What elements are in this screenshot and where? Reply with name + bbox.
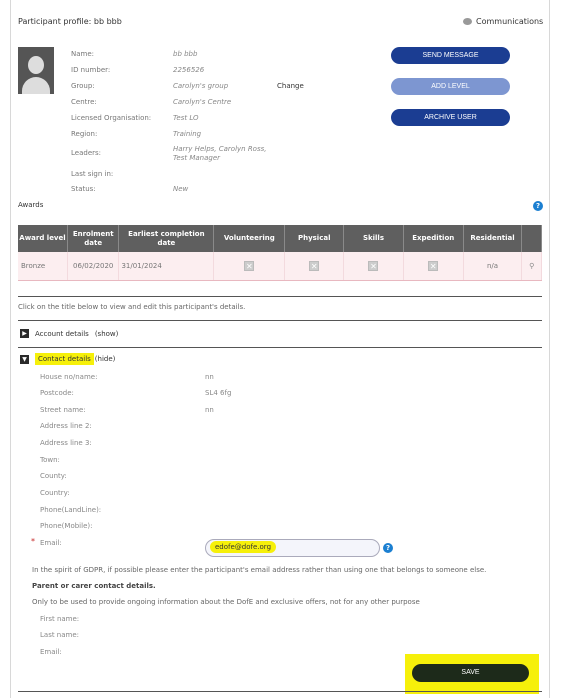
centre-value: Carolyn's Centre bbox=[173, 98, 232, 106]
country-label: Country: bbox=[40, 489, 70, 497]
expedition-cell: ✕ bbox=[403, 252, 464, 281]
col-enrolment-date[interactable]: Enrolment date bbox=[67, 225, 120, 252]
expand-icon: ▶ bbox=[20, 329, 29, 338]
status-value: New bbox=[173, 185, 189, 193]
id-label: ID number: bbox=[71, 66, 111, 74]
postcode-value[interactable]: SL4 6fg bbox=[205, 389, 231, 397]
col-actions bbox=[521, 225, 542, 252]
skills-cell: ✕ bbox=[343, 252, 404, 281]
add-level-button[interactable]: ADD LEVEL bbox=[391, 78, 510, 95]
house-value[interactable]: nn bbox=[205, 373, 214, 381]
leaders-label: Leaders: bbox=[71, 149, 102, 157]
checkbox-expedition: ✕ bbox=[428, 260, 439, 271]
parent-contact-note: Only to be used to provide ongoing infor… bbox=[32, 598, 420, 606]
last-signin-label: Last sign in: bbox=[71, 170, 114, 178]
mobile-label: Phone(Mobile): bbox=[40, 522, 93, 530]
earliest-completion-cell: 31/01/2024 bbox=[118, 252, 215, 281]
page-title: Participant profile: bb bbb bbox=[18, 17, 122, 26]
enrolment-date-cell: 06/02/2020 bbox=[67, 252, 120, 281]
actions-cell[interactable]: ⚲ bbox=[521, 252, 542, 281]
divider bbox=[18, 320, 542, 321]
col-earliest-completion[interactable]: Earliest completion date bbox=[118, 225, 215, 252]
postcode-label: Postcode: bbox=[40, 389, 74, 397]
name-label: Name: bbox=[71, 50, 95, 58]
status-label: Status: bbox=[71, 185, 96, 193]
col-residential[interactable]: Residential bbox=[463, 225, 523, 252]
checkbox-volunteering: ✕ bbox=[244, 260, 255, 271]
address2-label: Address line 2: bbox=[40, 422, 92, 430]
gdpr-note: In the spirit of GDPR, if possible pleas… bbox=[32, 566, 487, 574]
help-icon[interactable]: ? bbox=[533, 201, 543, 211]
region-label: Region: bbox=[71, 130, 98, 138]
volunteering-cell: ✕ bbox=[213, 252, 286, 281]
awards-table: Award level Enrolment date Earliest comp… bbox=[18, 225, 542, 281]
magnifier-icon[interactable]: ⚲ bbox=[529, 262, 534, 270]
info-text: Click on the title below to view and edi… bbox=[18, 303, 246, 311]
help-icon[interactable]: ? bbox=[383, 543, 393, 553]
checkbox-physical: ✕ bbox=[309, 260, 320, 271]
col-expedition[interactable]: Expedition bbox=[403, 225, 464, 252]
divider bbox=[18, 347, 542, 348]
col-physical[interactable]: Physical bbox=[284, 225, 345, 252]
group-value: Carolyn's group bbox=[173, 82, 229, 90]
lo-label: Licensed Organisation: bbox=[71, 114, 152, 122]
contact-details-toggle-label: (hide) bbox=[94, 355, 116, 363]
collapse-icon: ▼ bbox=[20, 354, 29, 364]
award-level-cell: Bronze bbox=[18, 252, 68, 281]
save-button[interactable]: SAVE bbox=[412, 664, 529, 682]
col-skills[interactable]: Skills bbox=[343, 225, 404, 252]
required-marker: * bbox=[31, 537, 35, 546]
account-details-title: Account details bbox=[35, 329, 89, 338]
email-value: edofe@dofe.org bbox=[210, 541, 277, 553]
county-label: County: bbox=[40, 472, 67, 480]
communications-label: Communications bbox=[476, 17, 544, 26]
communications-link[interactable]: Communications bbox=[463, 17, 543, 26]
lo-value: Test LO bbox=[173, 114, 199, 122]
col-volunteering[interactable]: Volunteering bbox=[213, 225, 286, 252]
name-value: bb bbb bbox=[173, 50, 198, 58]
centre-label: Centre: bbox=[71, 98, 97, 106]
user-silhouette-icon bbox=[28, 56, 44, 74]
parent-first-name-label: First name: bbox=[40, 615, 80, 623]
account-details-toggle-label: (show) bbox=[94, 329, 119, 338]
change-group-link[interactable]: Change bbox=[277, 82, 304, 90]
speech-bubble-icon bbox=[463, 18, 472, 25]
parent-last-name-label: Last name: bbox=[40, 631, 80, 639]
avatar bbox=[18, 47, 54, 94]
checkbox-skills: ✕ bbox=[368, 260, 379, 271]
residential-cell: n/a bbox=[463, 252, 523, 281]
leaders-value: Harry Helps, Carolyn Ross, Test Manager bbox=[173, 145, 267, 162]
account-details-toggle[interactable]: ▶ Account details (show) bbox=[20, 329, 118, 338]
archive-user-button[interactable]: ARCHIVE USER bbox=[391, 109, 510, 126]
contact-details-toggle[interactable]: ▼ Contact details (hide) bbox=[20, 353, 115, 365]
send-message-button[interactable]: SEND MESSAGE bbox=[391, 47, 510, 64]
house-label: House no/name: bbox=[40, 373, 98, 381]
awards-title: Awards bbox=[18, 201, 44, 209]
street-label: Street name: bbox=[40, 406, 86, 414]
divider bbox=[18, 691, 542, 692]
street-value[interactable]: nn bbox=[205, 406, 214, 414]
divider bbox=[18, 296, 542, 297]
parent-email-label: Email: bbox=[40, 648, 62, 656]
group-label: Group: bbox=[71, 82, 95, 90]
id-value: 2256526 bbox=[173, 66, 205, 74]
parent-contact-title: Parent or carer contact details. bbox=[32, 582, 156, 590]
email-field[interactable]: edofe@dofe.org bbox=[205, 539, 380, 557]
physical-cell: ✕ bbox=[284, 252, 345, 281]
address3-label: Address line 3: bbox=[40, 439, 92, 447]
table-row[interactable]: Bronze 06/02/2020 31/01/2024 ✕ ✕ ✕ ✕ n/a… bbox=[18, 252, 542, 281]
awards-header-row: Award level Enrolment date Earliest comp… bbox=[18, 225, 542, 252]
contact-details-title: Contact details bbox=[35, 353, 94, 365]
landline-label: Phone(LandLine): bbox=[40, 506, 102, 514]
col-award-level[interactable]: Award level bbox=[18, 225, 68, 252]
email-label: Email: bbox=[40, 539, 62, 547]
town-label: Town: bbox=[40, 456, 60, 464]
region-value: Training bbox=[173, 130, 202, 138]
